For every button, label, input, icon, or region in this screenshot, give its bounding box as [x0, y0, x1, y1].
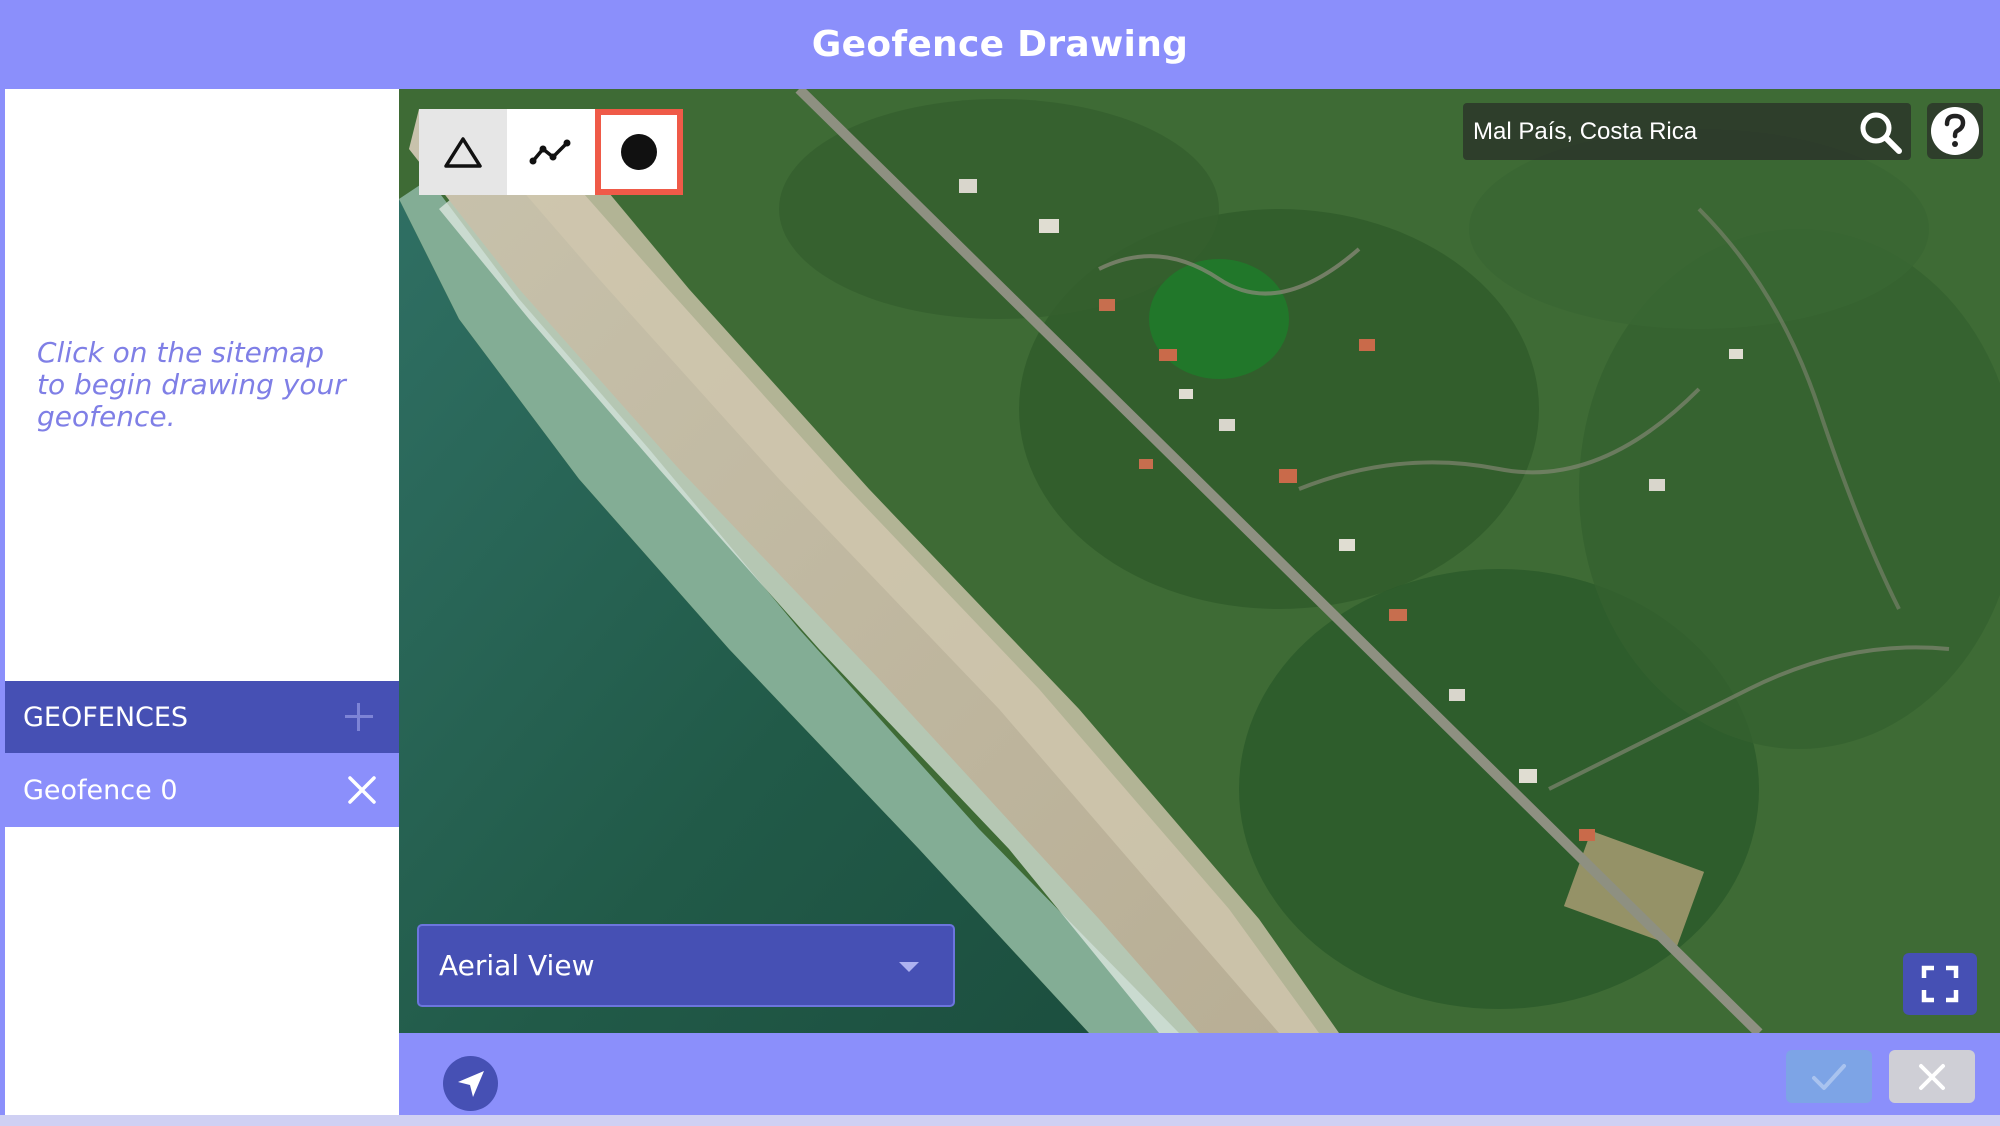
sidebar: Click on the sitemap to begin drawing yo… [3, 89, 401, 1115]
help-icon [1931, 107, 1979, 155]
close-icon [348, 776, 376, 804]
geofences-header-label: GEOFENCES [23, 701, 189, 733]
triangle-icon [444, 137, 482, 168]
close-icon [1919, 1063, 1945, 1090]
header: Geofence Drawing [0, 0, 2000, 89]
polyline-icon [529, 139, 571, 165]
cancel-button[interactable] [1889, 1050, 1975, 1103]
navigation-arrow-icon [457, 1070, 484, 1097]
fullscreen-icon [1921, 965, 1959, 1003]
drawing-toolbar [419, 109, 683, 195]
page-title: Geofence Drawing [811, 24, 1189, 65]
help-button[interactable] [1927, 103, 1983, 159]
polyline-tool-button[interactable] [507, 109, 595, 195]
add-geofence-button[interactable] [341, 699, 377, 735]
geofence-drawing-app: Geofence Drawing Click on the sitemap to… [0, 0, 2000, 1126]
bottom-action-bar [399, 1033, 2000, 1126]
confirm-button[interactable] [1786, 1050, 1872, 1103]
fullscreen-button[interactable] [1903, 953, 1977, 1015]
circle-icon [621, 134, 657, 170]
geofence-item-label: Geofence 0 [23, 774, 178, 806]
search-button[interactable] [1857, 109, 1905, 155]
my-location-button[interactable] [443, 1056, 498, 1111]
polygon-tool-button[interactable] [419, 109, 507, 195]
search-icon [1860, 112, 1902, 154]
chevron-down-icon [899, 962, 919, 972]
circle-tool-button[interactable] [595, 109, 683, 195]
aerial-map-image[interactable] [399, 89, 2000, 1033]
geofences-header: GEOFENCES [5, 681, 401, 753]
drawing-hint: Click on the sitemap to begin drawing yo… [37, 336, 346, 433]
sitemap[interactable]: Aerial View [399, 89, 2000, 1033]
map-layer-select[interactable]: Aerial View [417, 924, 955, 1007]
location-search-input[interactable] [1463, 103, 1843, 160]
map-layer-value: Aerial View [439, 949, 595, 982]
remove-geofence-button[interactable] [347, 775, 377, 805]
geofence-list-item[interactable]: Geofence 0 [5, 753, 401, 827]
checkmark-icon [1812, 1063, 1846, 1090]
window-bottom-edge [0, 1115, 2000, 1126]
location-search [1463, 103, 1911, 160]
